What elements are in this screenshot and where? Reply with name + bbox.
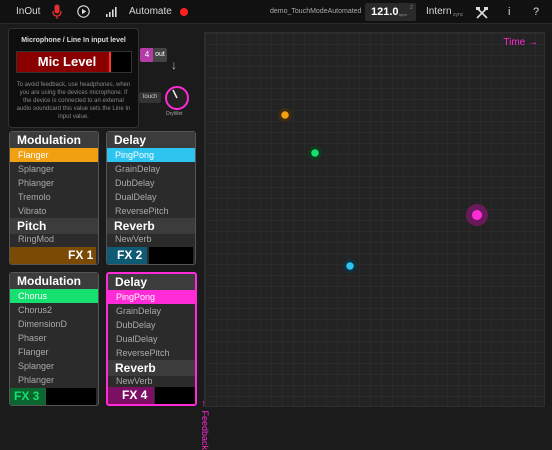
fx1-item[interactable]: Flanger bbox=[10, 148, 98, 162]
fx1-item[interactable]: RingMod bbox=[10, 232, 98, 246]
drywet-label: DryWet bbox=[166, 111, 183, 117]
tools-icon[interactable] bbox=[476, 6, 488, 24]
sync-sub: sync bbox=[453, 12, 464, 18]
x-axis-text: Time bbox=[503, 37, 526, 48]
fx3-item[interactable]: Phlanger bbox=[10, 373, 98, 387]
fx3-item[interactable]: Phaser bbox=[10, 331, 98, 345]
automate-button[interactable]: Automate bbox=[129, 0, 172, 24]
fx2-delay-header: Delay bbox=[107, 132, 195, 148]
channel-badge[interactable]: 4 bbox=[140, 48, 154, 62]
fx4-label: FX 4 bbox=[122, 388, 148, 402]
arrow-up-icon: ← bbox=[200, 399, 210, 408]
fx2-label: FX 2 bbox=[117, 248, 143, 262]
bpm-box[interactable]: 121.0 bpm bbox=[365, 3, 416, 21]
session-name[interactable]: demo_TouchModeAutomated bbox=[270, 0, 361, 24]
fx1-modulation-header: Modulation bbox=[10, 132, 98, 148]
fx2-item[interactable]: PingPong bbox=[107, 148, 195, 162]
mic-level-label: Mic Level bbox=[37, 54, 97, 69]
fx1-dot[interactable] bbox=[278, 108, 292, 122]
bpm-unit: bpm bbox=[399, 12, 407, 17]
fx4-slot-empty[interactable] bbox=[155, 387, 195, 404]
help-button[interactable]: ? bbox=[533, 0, 539, 24]
fx4-item[interactable]: NewVerb bbox=[108, 374, 195, 388]
popup-help-text: To avoid feedback, use headphones, when … bbox=[16, 82, 131, 120]
record-button[interactable] bbox=[180, 8, 188, 16]
level-meter-icon[interactable] bbox=[105, 5, 118, 23]
fx3-item[interactable]: DimensionD bbox=[10, 317, 98, 331]
fx3-modulation-header: Modulation bbox=[10, 273, 98, 289]
mic-level-popup: Microphone / Line In input level Mic Lev… bbox=[8, 28, 139, 128]
microphone-icon[interactable] bbox=[52, 4, 62, 25]
fx2-slot-empty[interactable] bbox=[149, 247, 193, 264]
fx4-item[interactable]: DubDelay bbox=[108, 318, 195, 332]
fx4-item[interactable]: GrainDelay bbox=[108, 304, 195, 318]
fx4-item[interactable]: PingPong bbox=[108, 290, 195, 304]
top-bar: InOut Automate demo_TouchModeAutomated 1… bbox=[0, 0, 552, 24]
fx4-item[interactable]: DualDelay bbox=[108, 332, 195, 346]
fx2-dot[interactable] bbox=[343, 259, 357, 273]
fx1-item[interactable]: Phlanger bbox=[10, 176, 98, 190]
fx3-item[interactable]: Chorus bbox=[10, 289, 98, 303]
fx2-item[interactable]: GrainDelay bbox=[107, 162, 195, 176]
fx2-item[interactable]: NewVerb bbox=[107, 232, 195, 246]
out-button[interactable]: out bbox=[153, 48, 167, 62]
info-button[interactable]: i bbox=[508, 0, 510, 24]
touch-button[interactable]: touch bbox=[139, 92, 161, 103]
fx2-item[interactable]: ReversePitch bbox=[107, 204, 195, 218]
bpm-value[interactable]: 121.0 bbox=[371, 3, 399, 21]
fx1-item[interactable]: Vibrato bbox=[10, 204, 98, 218]
fx4-item[interactable]: ReversePitch bbox=[108, 346, 195, 360]
fx1-item[interactable]: Splanger bbox=[10, 162, 98, 176]
fx3-panel: Modulation Chorus Chorus2 DimensionD Pha… bbox=[9, 272, 99, 406]
bar-counter: 2 bbox=[410, 5, 413, 11]
fx1-panel: Modulation Flanger Splanger Phlanger Tre… bbox=[9, 131, 99, 265]
xy-pad[interactable]: Time → ← Feedback bbox=[200, 32, 545, 450]
fx4-dot[interactable] bbox=[466, 204, 488, 226]
mic-level-slider[interactable]: Mic Level bbox=[16, 51, 132, 73]
arrow-down-icon[interactable]: ↓ bbox=[171, 58, 177, 72]
popup-title: Microphone / Line In input level bbox=[21, 37, 126, 44]
fx1-label: FX 1 bbox=[68, 248, 94, 262]
fx4-delay-header: Delay bbox=[108, 274, 195, 290]
fx4-panel: Delay PingPong GrainDelay DubDelay DualD… bbox=[106, 272, 197, 406]
inout-button[interactable]: InOut bbox=[16, 0, 40, 24]
fx3-item[interactable]: Splanger bbox=[10, 359, 98, 373]
fx3-item[interactable]: Chorus2 bbox=[10, 303, 98, 317]
fx3-item[interactable]: Flanger bbox=[10, 345, 98, 359]
fx2-item[interactable]: DubDelay bbox=[107, 176, 195, 190]
y-axis-label: ← Feedback bbox=[200, 345, 226, 450]
fx3-dot[interactable] bbox=[308, 146, 322, 160]
sync-button[interactable]: Intern bbox=[426, 0, 452, 24]
arrow-right-icon: → bbox=[528, 37, 538, 48]
x-axis-label: Time → bbox=[503, 37, 538, 48]
fx3-slot-empty[interactable] bbox=[46, 388, 96, 405]
fx1-item[interactable]: Tremolo bbox=[10, 190, 98, 204]
fx2-panel: Delay PingPong GrainDelay DubDelay DualD… bbox=[106, 131, 196, 265]
play-icon[interactable] bbox=[77, 5, 90, 23]
fx2-item[interactable]: DualDelay bbox=[107, 190, 195, 204]
y-axis-text: Feedback bbox=[200, 410, 210, 450]
fx3-label: FX 3 bbox=[14, 389, 40, 403]
